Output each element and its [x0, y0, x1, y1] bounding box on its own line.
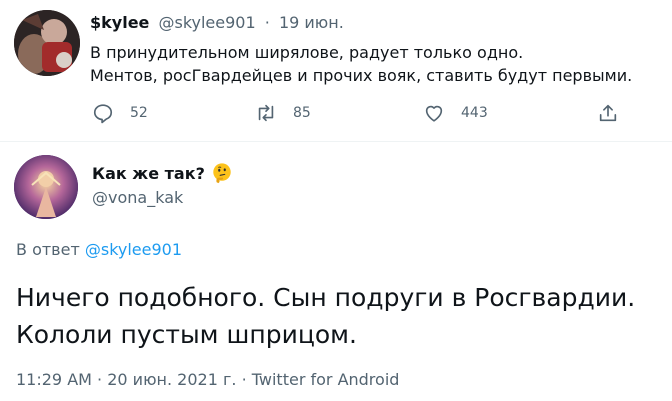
avatar-image — [14, 10, 80, 76]
like-button[interactable]: 443 — [423, 102, 488, 124]
retweet-count: 85 — [293, 105, 311, 121]
footer-separator: · — [241, 370, 247, 389]
author-handle[interactable]: @skylee901 — [158, 13, 255, 32]
reply-to-link[interactable]: @skylee901 — [85, 240, 182, 259]
author-name: Как же так? — [92, 163, 205, 183]
reply-text: Ничего подобного. Сын подруги в Росгвард… — [16, 279, 635, 353]
retweet-icon — [258, 104, 274, 122]
reply-count: 52 — [130, 105, 148, 121]
reply-author-name[interactable]: Как же так? — [92, 162, 233, 184]
tweet-full-date[interactable]: 20 июн. 2021 г. — [107, 370, 236, 389]
tweet-header: $kylee @skylee901 · 19 июн. — [90, 13, 344, 32]
reply-context: В ответ @skylee901 — [16, 240, 182, 259]
avatar-image — [14, 155, 78, 219]
like-count: 443 — [461, 105, 488, 121]
tweet-text-line: В принудительном ширялове, радует только… — [90, 43, 524, 62]
reply-text-line: Ничего подобного. Сын подруги в Росгвард… — [16, 283, 636, 312]
avatar[interactable] — [14, 10, 80, 76]
retweet-button[interactable]: 85 — [255, 102, 311, 124]
meta-separator: · — [264, 13, 270, 32]
share-button[interactable] — [597, 102, 619, 124]
avatar[interactable] — [14, 155, 78, 219]
footer-separator: · — [97, 370, 103, 389]
reply-icon — [93, 104, 113, 124]
author-handle[interactable]: @vona_kak — [92, 188, 183, 207]
tweet-source[interactable]: Twitter for Android — [252, 370, 400, 389]
reply-button[interactable]: 52 — [92, 102, 148, 124]
divider — [0, 141, 672, 142]
tweet-date[interactable]: 19 июн. — [279, 13, 344, 32]
tweet-text: В принудительном ширялове, радует только… — [90, 41, 632, 87]
share-icon — [599, 104, 617, 122]
tweet-time[interactable]: 11:29 AM — [16, 370, 92, 389]
reply-text-line: Кололи пустым шприцом. — [16, 320, 357, 349]
reply-prefix: В ответ — [16, 240, 80, 259]
author-name[interactable]: $kylee — [90, 13, 149, 32]
tweet-footer: 11:29 AM · 20 июн. 2021 г. · Twitter for… — [16, 370, 399, 389]
heart-icon — [425, 105, 443, 122]
tweet-text-line: Ментов, росГвардейцев и прочих вояк, ста… — [90, 66, 633, 85]
thinking-face-icon — [213, 163, 231, 184]
